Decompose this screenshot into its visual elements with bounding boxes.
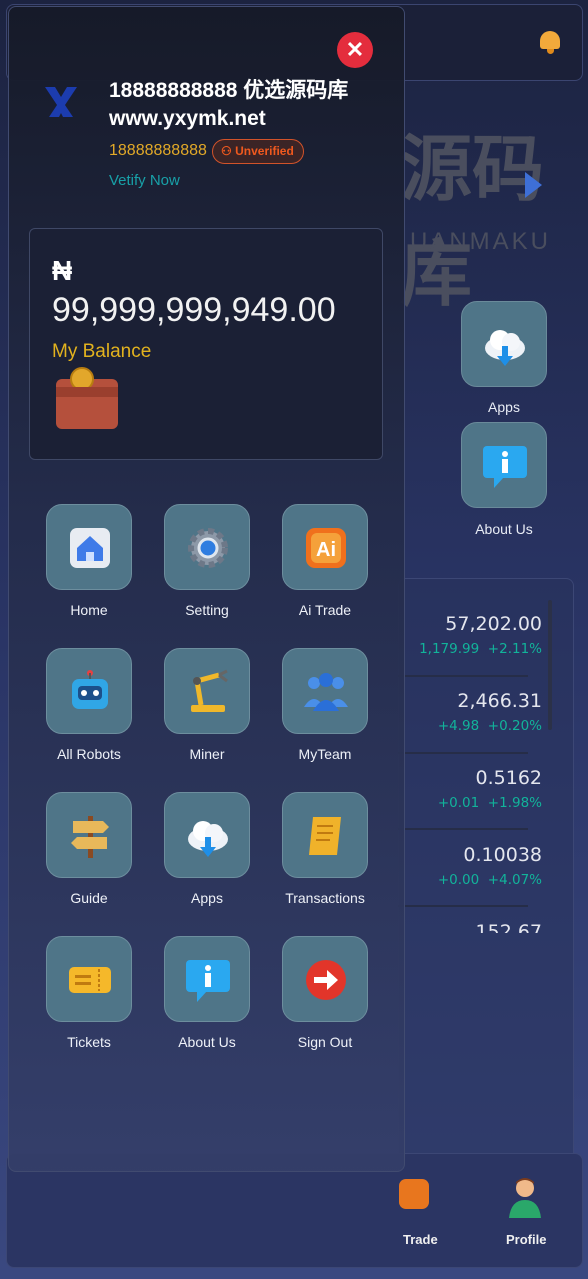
menu-label: Sign Out (297, 1034, 353, 1050)
balance-amount: 99,999,999,949.00 (52, 291, 336, 329)
gear-icon (188, 528, 228, 568)
menu-label: All Robots (57, 746, 121, 762)
status-badge: ⚇ Unverified (212, 139, 304, 164)
about-us-label: About Us (475, 521, 533, 537)
info-icon (186, 960, 230, 1002)
info-icon (483, 446, 527, 488)
user-info: 18888888888 优选源码库 www.yxymk.net (109, 77, 348, 133)
nav-profile[interactable]: Profile (506, 1232, 546, 1247)
menu-tile (282, 936, 368, 1022)
menu-item-home[interactable]: Home (29, 504, 149, 618)
menu-item-myteam[interactable]: MyTeam (265, 648, 385, 762)
menu-tile (46, 792, 132, 878)
menu-item-tickets[interactable]: Tickets (29, 936, 149, 1050)
side-drawer: ✕ 18888888888 优选源码库 www.yxymk.net 188888… (8, 6, 405, 1172)
menu-label: Home (70, 602, 108, 618)
menu-tile (164, 792, 250, 878)
menu-label: About Us (178, 1034, 236, 1050)
phone-number: 18888888888 (109, 142, 207, 159)
menu-label: Miner (189, 746, 225, 762)
verify-now-link[interactable]: Vetify Now (109, 172, 180, 189)
user-verify-icon: ⚇ (221, 144, 236, 158)
menu-label: Transactions (285, 890, 365, 906)
menu-tile (46, 648, 132, 734)
banner-text: 源码库 (400, 127, 545, 316)
apps-label: Apps (488, 399, 520, 415)
menu-item-sign-out[interactable]: Sign Out (265, 936, 385, 1050)
menu-tile (46, 936, 132, 1022)
menu-label: Apps (191, 890, 223, 906)
menu-item-about-us[interactable]: About Us (147, 936, 267, 1050)
balance-card: ₦ 99,999,999,949.00 My Balance (29, 228, 383, 460)
balance-label: My Balance (52, 341, 152, 362)
logo (45, 87, 77, 117)
menu-label: Guide (70, 890, 108, 906)
svg-text:Ai: Ai (316, 539, 336, 561)
ai-icon (399, 1179, 429, 1209)
menu-item-all-robots[interactable]: All Robots (29, 648, 149, 762)
menu-label: Tickets (67, 1034, 111, 1050)
menu-item-ai-trade[interactable]: Ai Ai Trade (265, 504, 385, 618)
menu-tile (164, 936, 250, 1022)
banner-next-icon[interactable] (525, 172, 542, 198)
banner-subtitle: UANMAKU (410, 228, 552, 255)
team-icon (304, 673, 348, 711)
nav-trade[interactable]: Trade (403, 1232, 438, 1247)
ticket-icon (69, 967, 111, 993)
menu-label: MyTeam (298, 746, 352, 762)
robot-arm-icon (191, 669, 228, 712)
menu-item-miner[interactable]: Miner (147, 648, 267, 762)
site-url: www.yxymk.net (109, 107, 266, 130)
menu-item-guide[interactable]: Guide (29, 792, 149, 906)
menu-tile (282, 792, 368, 878)
currency-symbol: ₦ (52, 255, 73, 286)
menu-tile (164, 504, 250, 590)
menu-tile (46, 504, 132, 590)
about-us-tile[interactable] (461, 422, 547, 508)
menu-item-apps[interactable]: Apps (147, 792, 267, 906)
sign-out-icon (306, 960, 346, 1000)
menu-item-setting[interactable]: Setting (147, 504, 267, 618)
menu-item-transactions[interactable]: Transactions (265, 792, 385, 906)
scrollbar[interactable] (548, 600, 552, 730)
scroll-icon (309, 817, 341, 855)
cloud-download-icon (188, 821, 228, 857)
menu-label: Setting (185, 602, 229, 618)
username: 18888888888 优选源码库 (109, 79, 349, 102)
menu-tile (282, 648, 368, 734)
ai-icon: Ai (306, 528, 346, 568)
cloud-download-icon (485, 330, 525, 366)
robot-icon (72, 670, 108, 709)
menu-label: Ai Trade (298, 602, 352, 618)
menu-tile: Ai (282, 504, 368, 590)
bell-icon[interactable] (536, 27, 564, 57)
wallet-icon (56, 367, 118, 429)
user-icon (509, 1178, 541, 1218)
home-icon (70, 528, 110, 568)
close-button[interactable]: ✕ (337, 32, 373, 68)
apps-tile[interactable] (461, 301, 547, 387)
signpost-icon (71, 816, 109, 858)
menu-tile (164, 648, 250, 734)
